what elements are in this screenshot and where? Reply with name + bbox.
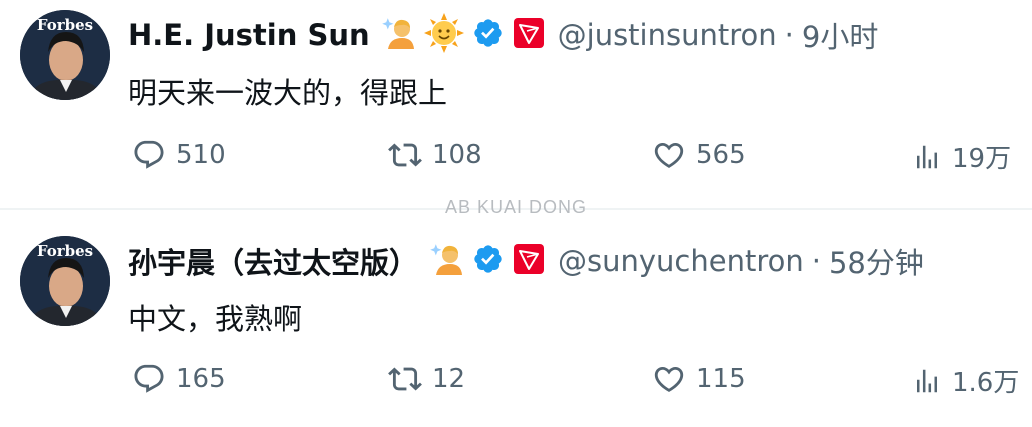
- tron-logo-icon: [513, 18, 544, 52]
- author-name[interactable]: 孙宇晨（去过太空版）: [128, 240, 418, 282]
- person-with-sparkles-emoji: [428, 241, 464, 281]
- tweet-text: 明天来一波大的，得跟上: [128, 76, 448, 110]
- retweet-button[interactable]: 108: [388, 138, 482, 172]
- heart-icon: [654, 142, 684, 168]
- views-button[interactable]: 1.6万: [912, 362, 1019, 399]
- tron-logo-icon: [514, 244, 545, 278]
- reply-button[interactable]: 165: [132, 362, 226, 396]
- views-count: 1.6万: [952, 368, 1020, 398]
- retweet-count: 108: [432, 140, 482, 170]
- reply-button[interactable]: 510: [132, 138, 226, 172]
- verified-badge-icon[interactable]: [472, 17, 504, 53]
- action-bar: 165 12 115 1.6万: [0, 362, 1032, 402]
- separator: ·: [784, 18, 794, 52]
- like-count: 115: [696, 364, 746, 394]
- reply-count: 510: [176, 140, 226, 170]
- avatar[interactable]: Forbes: [20, 10, 110, 100]
- tweet[interactable]: Forbes H.E. Justin Sun @justinsuntron · …: [0, 0, 1032, 208]
- views-chart-icon: [917, 369, 937, 392]
- avatar-label: Forbes: [37, 16, 93, 34]
- action-bar: 510 108 565 19万: [0, 138, 1032, 178]
- tweet-text: 中文，我熟啊: [128, 302, 303, 336]
- person-with-sparkles-emoji: [380, 15, 416, 55]
- avatar[interactable]: Forbes: [20, 236, 110, 326]
- avatar-label: Forbes: [37, 242, 93, 260]
- heart-icon: [654, 366, 684, 392]
- retweet-button[interactable]: 12: [388, 362, 465, 396]
- sun-emoji: [423, 13, 464, 57]
- author-handle[interactable]: @justinsuntron: [558, 18, 777, 52]
- tweet-header: H.E. Justin Sun @justinsuntron · 9小时: [128, 10, 878, 60]
- tweet[interactable]: Forbes 孙宇晨（去过太空版） @sunyuchentron · 58分钟 …: [0, 210, 1032, 427]
- reply-count: 165: [176, 364, 226, 394]
- author-handle[interactable]: @sunyuchentron: [558, 244, 804, 278]
- retweet-icon: [388, 143, 422, 167]
- reply-icon: [134, 140, 164, 169]
- retweet-count: 12: [432, 364, 466, 394]
- tweet-header: 孙宇晨（去过太空版） @sunyuchentron · 58分钟: [128, 236, 924, 286]
- like-button[interactable]: 115: [652, 362, 746, 396]
- author-name[interactable]: H.E. Justin Sun: [128, 18, 370, 52]
- views-button[interactable]: 19万: [912, 138, 1011, 175]
- views-chart-icon: [917, 145, 937, 168]
- views-count: 19万: [952, 144, 1012, 174]
- timestamp[interactable]: 58分钟: [829, 240, 924, 282]
- verified-badge-icon[interactable]: [472, 243, 504, 279]
- timestamp[interactable]: 9小时: [802, 14, 878, 56]
- separator: ·: [811, 244, 821, 278]
- like-count: 565: [696, 140, 746, 170]
- like-button[interactable]: 565: [652, 138, 746, 172]
- retweet-icon: [388, 367, 422, 391]
- reply-icon: [134, 364, 164, 393]
